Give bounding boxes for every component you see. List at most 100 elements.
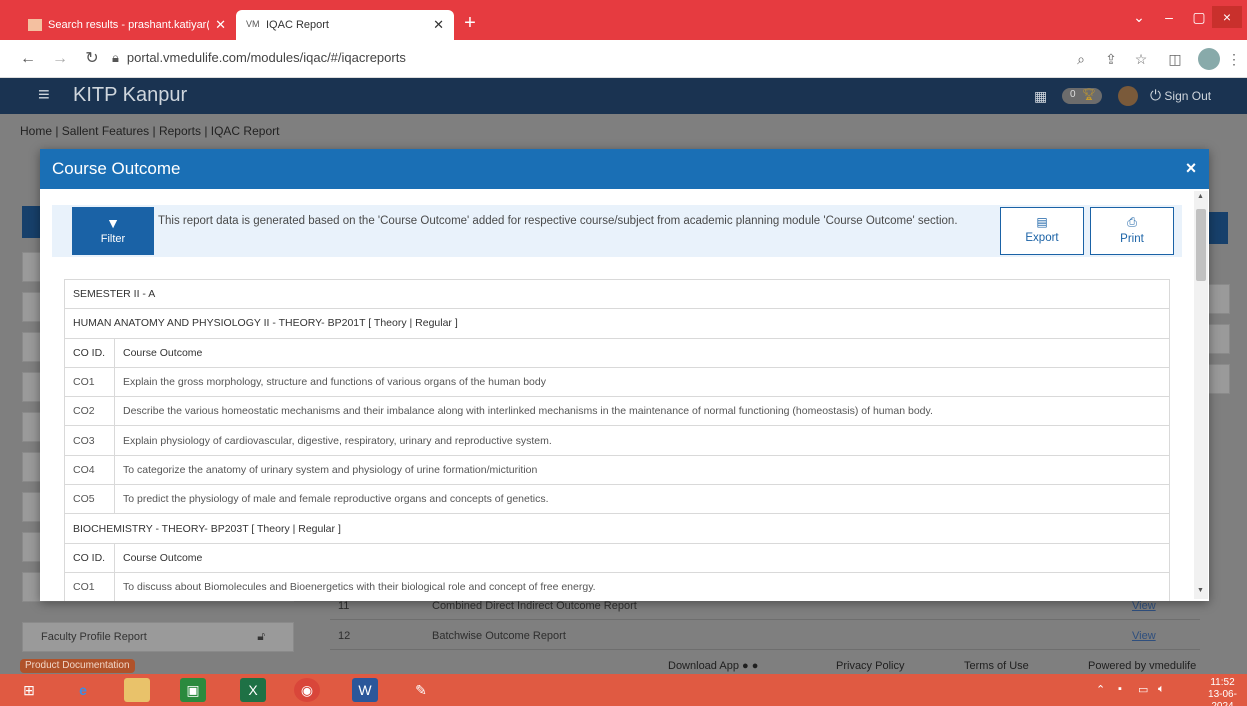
- row-title: Combined Direct Indirect Outcome Report: [432, 600, 637, 612]
- export-button[interactable]: ▤ Export: [1000, 207, 1084, 255]
- product-documentation-badge[interactable]: Product Documentation: [20, 659, 135, 673]
- background-panel-header: [22, 206, 40, 238]
- word-icon[interactable]: W: [352, 678, 378, 702]
- power-icon: ⏻: [1150, 87, 1162, 103]
- co-text-cell: To categorize the anatomy of urinary sys…: [114, 454, 1170, 486]
- view-link[interactable]: View: [1132, 630, 1156, 642]
- gmail-icon: [28, 19, 42, 31]
- zoom-icon[interactable]: ⌕: [1070, 48, 1092, 70]
- table-header-row: CO ID. Course Outcome: [64, 542, 1170, 573]
- co-text-cell: Explain the gross morphology, structure …: [114, 366, 1170, 398]
- volume-icon[interactable]: 🔈︎: [1158, 683, 1165, 696]
- table-row: CO4 To categorize the anatomy of urinary…: [64, 454, 1170, 486]
- browser-tab-search-results[interactable]: Search results - prashant.katiyar( ✕: [18, 10, 236, 40]
- internet-explorer-icon[interactable]: e: [70, 678, 96, 702]
- subject-row: HUMAN ANATOMY AND PHYSIOLOGY II - THEORY…: [64, 308, 1170, 339]
- powered-by-text: Powered by vmedulife: [1088, 660, 1197, 672]
- subject-title: HUMAN ANATOMY AND PHYSIOLOGY II - THEORY…: [64, 308, 1170, 339]
- kebab-menu-icon[interactable]: ⋮: [1226, 48, 1242, 70]
- filter-button[interactable]: ▼ Filter: [72, 207, 154, 255]
- scroll-down-arrow-icon[interactable]: ▼: [1197, 587, 1204, 594]
- row-title: Batchwise Outcome Report: [432, 630, 566, 642]
- scrollbar-thumb[interactable]: [1196, 209, 1206, 281]
- print-button[interactable]: ⎙ Print: [1090, 207, 1174, 255]
- tab-title: Search results - prashant.katiyar(: [48, 19, 210, 31]
- modal-body: ▼ Filter This report data is generated b…: [40, 189, 1209, 601]
- paint-icon[interactable]: ✎: [408, 678, 434, 702]
- page-footer: Product Documentation Download App ● ● P…: [0, 658, 1247, 674]
- excel-icon[interactable]: X: [240, 678, 266, 702]
- co-id-cell: CO5: [64, 484, 115, 515]
- terms-of-use-link[interactable]: Terms of Use: [964, 660, 1029, 672]
- tab-title: IQAC Report: [266, 19, 329, 31]
- trophy-count: 0: [1070, 89, 1076, 100]
- chevron-down-icon[interactable]: ⌄: [1124, 6, 1154, 28]
- tray-chevron-icon[interactable]: ⌃: [1096, 683, 1105, 696]
- modal-title: Course Outcome: [52, 159, 181, 178]
- profile-avatar[interactable]: [1198, 48, 1220, 70]
- scroll-up-arrow-icon[interactable]: ▲: [1197, 193, 1204, 200]
- co-id-cell: CO3: [64, 425, 115, 456]
- apps-grid-icon[interactable]: ▦: [1034, 88, 1047, 105]
- maximize-button[interactable]: ▢: [1184, 6, 1214, 28]
- app-header: ≡ KITP Kanpur ▦ 0 🏆︎ ⏻ Sign Out: [0, 78, 1247, 114]
- trophy-badge[interactable]: 0 🏆︎: [1062, 88, 1102, 104]
- share-icon[interactable]: ⇪: [1100, 48, 1122, 70]
- subject-title: BIOCHEMISTRY - THEORY- BP203T [ Theory |…: [64, 513, 1170, 544]
- co-id-cell: CO2: [64, 396, 115, 427]
- modal-scrollbar[interactable]: ▲ ▼: [1194, 191, 1208, 599]
- table-row: CO2 Describe the various homeostatic mec…: [64, 396, 1170, 427]
- system-clock[interactable]: 11:52 13-06-2024: [1198, 677, 1247, 706]
- export-label: Export: [1025, 232, 1059, 244]
- new-tab-button[interactable]: +: [458, 12, 482, 36]
- course-outcome-header: Course Outcome: [114, 542, 1170, 573]
- forward-arrow-icon[interactable]: →: [48, 48, 72, 70]
- table-row: 12 Batchwise Outcome Report View: [330, 622, 1200, 650]
- co-id-cell: CO1: [64, 366, 115, 398]
- export-icon: ▤: [1036, 215, 1048, 229]
- apple-icon: ●: [751, 660, 759, 672]
- print-icon: ⎙: [1127, 215, 1137, 229]
- close-tab-icon[interactable]: ✕: [433, 17, 444, 33]
- sidebar-item-faculty-profile-report[interactable]: Faculty Profile Report 🔓︎: [22, 622, 294, 652]
- browser-tab-iqac-report[interactable]: VM IQAC Report ✕: [236, 10, 454, 40]
- tray-app-icon[interactable]: ▪: [1118, 683, 1122, 695]
- hamburger-menu-icon[interactable]: ≡: [38, 84, 50, 107]
- chrome-icon[interactable]: ◉: [294, 678, 320, 702]
- file-explorer-icon[interactable]: [124, 678, 150, 702]
- url-text: portal.vmedulife.com/modules/iqac/#/iqac…: [126, 50, 406, 65]
- store-icon[interactable]: ▣: [180, 678, 206, 702]
- privacy-policy-link[interactable]: Privacy Policy: [836, 660, 904, 672]
- background-view-link: [1208, 364, 1230, 394]
- minimize-button[interactable]: –: [1154, 6, 1184, 28]
- windows-start-icon[interactable]: ⊞: [16, 678, 42, 702]
- co-id-header: CO ID.: [64, 337, 115, 368]
- download-app-label: Download App: [668, 660, 739, 672]
- table-row: CO1 To discuss about Biomolecules and Bi…: [64, 571, 1170, 601]
- bookmark-star-icon[interactable]: ☆: [1130, 48, 1152, 70]
- vm-logo-icon: VM: [246, 19, 260, 29]
- course-outcome-header: Course Outcome: [114, 337, 1170, 368]
- sign-out-button[interactable]: ⏻ Sign Out: [1150, 87, 1211, 104]
- side-panel-icon[interactable]: ◫: [1164, 48, 1186, 70]
- url-field[interactable]: 🔒︎ portal.vmedulife.com/modules/iqac/#/iq…: [112, 50, 406, 66]
- back-arrow-icon[interactable]: ←: [16, 48, 40, 70]
- subject-row: BIOCHEMISTRY - THEORY- BP203T [ Theory |…: [64, 513, 1170, 544]
- user-avatar[interactable]: [1118, 86, 1138, 106]
- co-text-cell: Describe the various homeostatic mechani…: [114, 396, 1170, 427]
- modal-header: Course Outcome ×: [40, 149, 1209, 189]
- close-window-button[interactable]: ×: [1212, 6, 1242, 28]
- close-tab-icon[interactable]: ✕: [215, 17, 226, 33]
- background-view-link: [1208, 284, 1230, 314]
- network-icon[interactable]: ▭: [1138, 683, 1148, 696]
- table-header-row: CO ID. Course Outcome: [64, 337, 1170, 368]
- download-app-link[interactable]: Download App ● ●: [668, 660, 758, 672]
- view-link[interactable]: View: [1132, 600, 1156, 612]
- co-id-header: CO ID.: [64, 542, 115, 573]
- table-row: CO3 Explain physiology of cardiovascular…: [64, 425, 1170, 456]
- modal-close-button[interactable]: ×: [1182, 158, 1200, 178]
- reload-icon[interactable]: ↻: [80, 48, 104, 70]
- unlock-icon: 🔓︎: [257, 629, 265, 643]
- co-text-cell: Explain physiology of cardiovascular, di…: [114, 425, 1170, 456]
- semester-row: SEMESTER II - A: [64, 278, 1170, 310]
